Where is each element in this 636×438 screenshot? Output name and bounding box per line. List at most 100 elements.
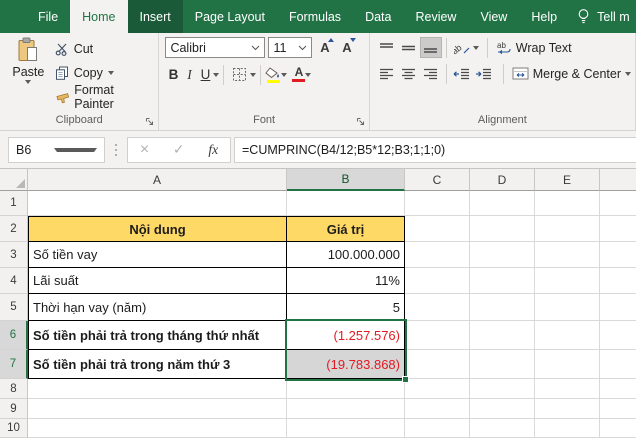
tab-formulas[interactable]: Formulas bbox=[277, 0, 353, 33]
cell-a1[interactable] bbox=[28, 191, 287, 216]
cut-button[interactable]: Cut bbox=[55, 37, 155, 61]
cell-e5[interactable] bbox=[535, 294, 600, 321]
cell-c7[interactable] bbox=[405, 350, 470, 379]
tab-review[interactable]: Review bbox=[403, 0, 468, 33]
increase-indent-button[interactable] bbox=[473, 63, 495, 84]
cell-b9[interactable] bbox=[287, 399, 405, 419]
orientation-button[interactable]: ab bbox=[451, 37, 473, 58]
formula-input[interactable]: =CUMPRINC(B4/12;B5*12;B3;1;1;0) bbox=[234, 137, 636, 163]
increase-font-size-button[interactable]: A bbox=[315, 40, 334, 55]
row-header-2[interactable]: 2 bbox=[0, 216, 28, 242]
row-header-8[interactable]: 8 bbox=[0, 379, 28, 399]
cell-d2[interactable] bbox=[470, 216, 535, 242]
cell-a5[interactable]: Thời hạn vay (năm) bbox=[28, 294, 287, 321]
row-header-4[interactable]: 4 bbox=[0, 268, 28, 294]
cell-a4[interactable]: Lãi suất bbox=[28, 268, 287, 294]
cell-b4[interactable]: 11% bbox=[287, 268, 405, 294]
row-header-6[interactable]: 6 bbox=[0, 321, 28, 350]
cell-a2[interactable]: Nội dung bbox=[28, 216, 287, 242]
column-header-b[interactable]: B bbox=[287, 169, 405, 191]
cell-d4[interactable] bbox=[470, 268, 535, 294]
font-color-button[interactable]: A bbox=[292, 67, 305, 82]
cell-f6[interactable] bbox=[600, 321, 636, 350]
borders-dropdown-arrow[interactable] bbox=[250, 73, 256, 77]
cell-e2[interactable] bbox=[535, 216, 600, 242]
cell-b8[interactable] bbox=[287, 379, 405, 399]
row-header-7[interactable]: 7 bbox=[0, 350, 28, 379]
cell-e4[interactable] bbox=[535, 268, 600, 294]
cell-d7[interactable] bbox=[470, 350, 535, 379]
align-right-button[interactable] bbox=[420, 63, 442, 84]
borders-button[interactable] bbox=[228, 64, 250, 85]
formula-bar-grip[interactable] bbox=[105, 144, 127, 156]
cell-c1[interactable] bbox=[405, 191, 470, 216]
cell-e6[interactable] bbox=[535, 321, 600, 350]
paste-dropdown-arrow[interactable] bbox=[25, 80, 31, 84]
font-color-dropdown-arrow[interactable] bbox=[305, 73, 311, 77]
cell-f4[interactable] bbox=[600, 268, 636, 294]
cell-d8[interactable] bbox=[470, 379, 535, 399]
cell-b2[interactable]: Giá trị bbox=[287, 216, 405, 242]
align-bottom-button[interactable] bbox=[420, 37, 442, 58]
name-box[interactable]: B6 bbox=[8, 137, 105, 163]
enter-icon[interactable]: ✓ bbox=[173, 141, 185, 158]
column-header-partial[interactable] bbox=[600, 169, 636, 191]
cell-f2[interactable] bbox=[600, 216, 636, 242]
font-dialog-launcher-icon[interactable] bbox=[356, 117, 365, 126]
cell-c2[interactable] bbox=[405, 216, 470, 242]
column-header-d[interactable]: D bbox=[470, 169, 535, 191]
cell-d10[interactable] bbox=[470, 419, 535, 438]
cell-c3[interactable] bbox=[405, 242, 470, 268]
column-header-a[interactable]: A bbox=[28, 169, 287, 191]
cell-a10[interactable] bbox=[28, 419, 287, 438]
underline-dropdown-arrow[interactable] bbox=[213, 73, 219, 77]
cell-b10[interactable] bbox=[287, 419, 405, 438]
paste-button[interactable]: Paste bbox=[6, 37, 51, 112]
cell-e3[interactable] bbox=[535, 242, 600, 268]
clipboard-dialog-launcher-icon[interactable] bbox=[145, 117, 154, 126]
merge-center-dropdown-arrow[interactable] bbox=[625, 72, 631, 76]
underline-button[interactable]: U bbox=[197, 67, 213, 82]
font-size-select[interactable]: 11 bbox=[268, 37, 312, 58]
orientation-dropdown-arrow[interactable] bbox=[473, 46, 479, 50]
cell-d9[interactable] bbox=[470, 399, 535, 419]
cell-b6-active[interactable]: (1.257.576) bbox=[287, 321, 405, 350]
row-header-9[interactable]: 9 bbox=[0, 399, 28, 419]
align-middle-button[interactable] bbox=[398, 37, 420, 58]
cell-e8[interactable] bbox=[535, 379, 600, 399]
cell-c6[interactable] bbox=[405, 321, 470, 350]
cell-d1[interactable] bbox=[470, 191, 535, 216]
tab-data[interactable]: Data bbox=[353, 0, 403, 33]
select-all-corner[interactable] bbox=[0, 169, 28, 191]
cell-d3[interactable] bbox=[470, 242, 535, 268]
row-header-5[interactable]: 5 bbox=[0, 294, 28, 321]
cell-e9[interactable] bbox=[535, 399, 600, 419]
column-header-c[interactable]: C bbox=[405, 169, 470, 191]
cell-c9[interactable] bbox=[405, 399, 470, 419]
name-box-dropdown-arrow[interactable] bbox=[54, 148, 98, 152]
cancel-icon[interactable]: × bbox=[140, 141, 149, 159]
cell-c8[interactable] bbox=[405, 379, 470, 399]
merge-center-button[interactable]: Merge & Center bbox=[512, 67, 631, 81]
tab-home[interactable]: Home bbox=[70, 0, 127, 33]
cell-f3[interactable] bbox=[600, 242, 636, 268]
cell-f5[interactable] bbox=[600, 294, 636, 321]
cell-e10[interactable] bbox=[535, 419, 600, 438]
font-name-select[interactable]: Calibri bbox=[165, 37, 265, 58]
cell-b3[interactable]: 100.000.000 bbox=[287, 242, 405, 268]
bold-button[interactable]: B bbox=[165, 67, 181, 82]
format-painter-button[interactable]: Format Painter bbox=[55, 85, 155, 109]
cell-f1[interactable] bbox=[600, 191, 636, 216]
insert-function-icon[interactable]: fx bbox=[208, 142, 218, 158]
tab-page-layout[interactable]: Page Layout bbox=[183, 0, 277, 33]
cell-a7[interactable]: Số tiền phải trả trong năm thứ 3 bbox=[28, 350, 287, 379]
cell-b7-selected[interactable]: (19.783.868) bbox=[287, 350, 405, 379]
copy-dropdown-arrow[interactable] bbox=[108, 71, 114, 75]
cell-c10[interactable] bbox=[405, 419, 470, 438]
cell-e1[interactable] bbox=[535, 191, 600, 216]
wrap-text-button[interactable]: ab Wrap Text bbox=[496, 41, 572, 55]
copy-button[interactable]: Copy bbox=[55, 61, 155, 85]
row-header-3[interactable]: 3 bbox=[0, 242, 28, 268]
cell-a8[interactable] bbox=[28, 379, 287, 399]
tell-me-box[interactable]: Tell m bbox=[577, 0, 630, 33]
